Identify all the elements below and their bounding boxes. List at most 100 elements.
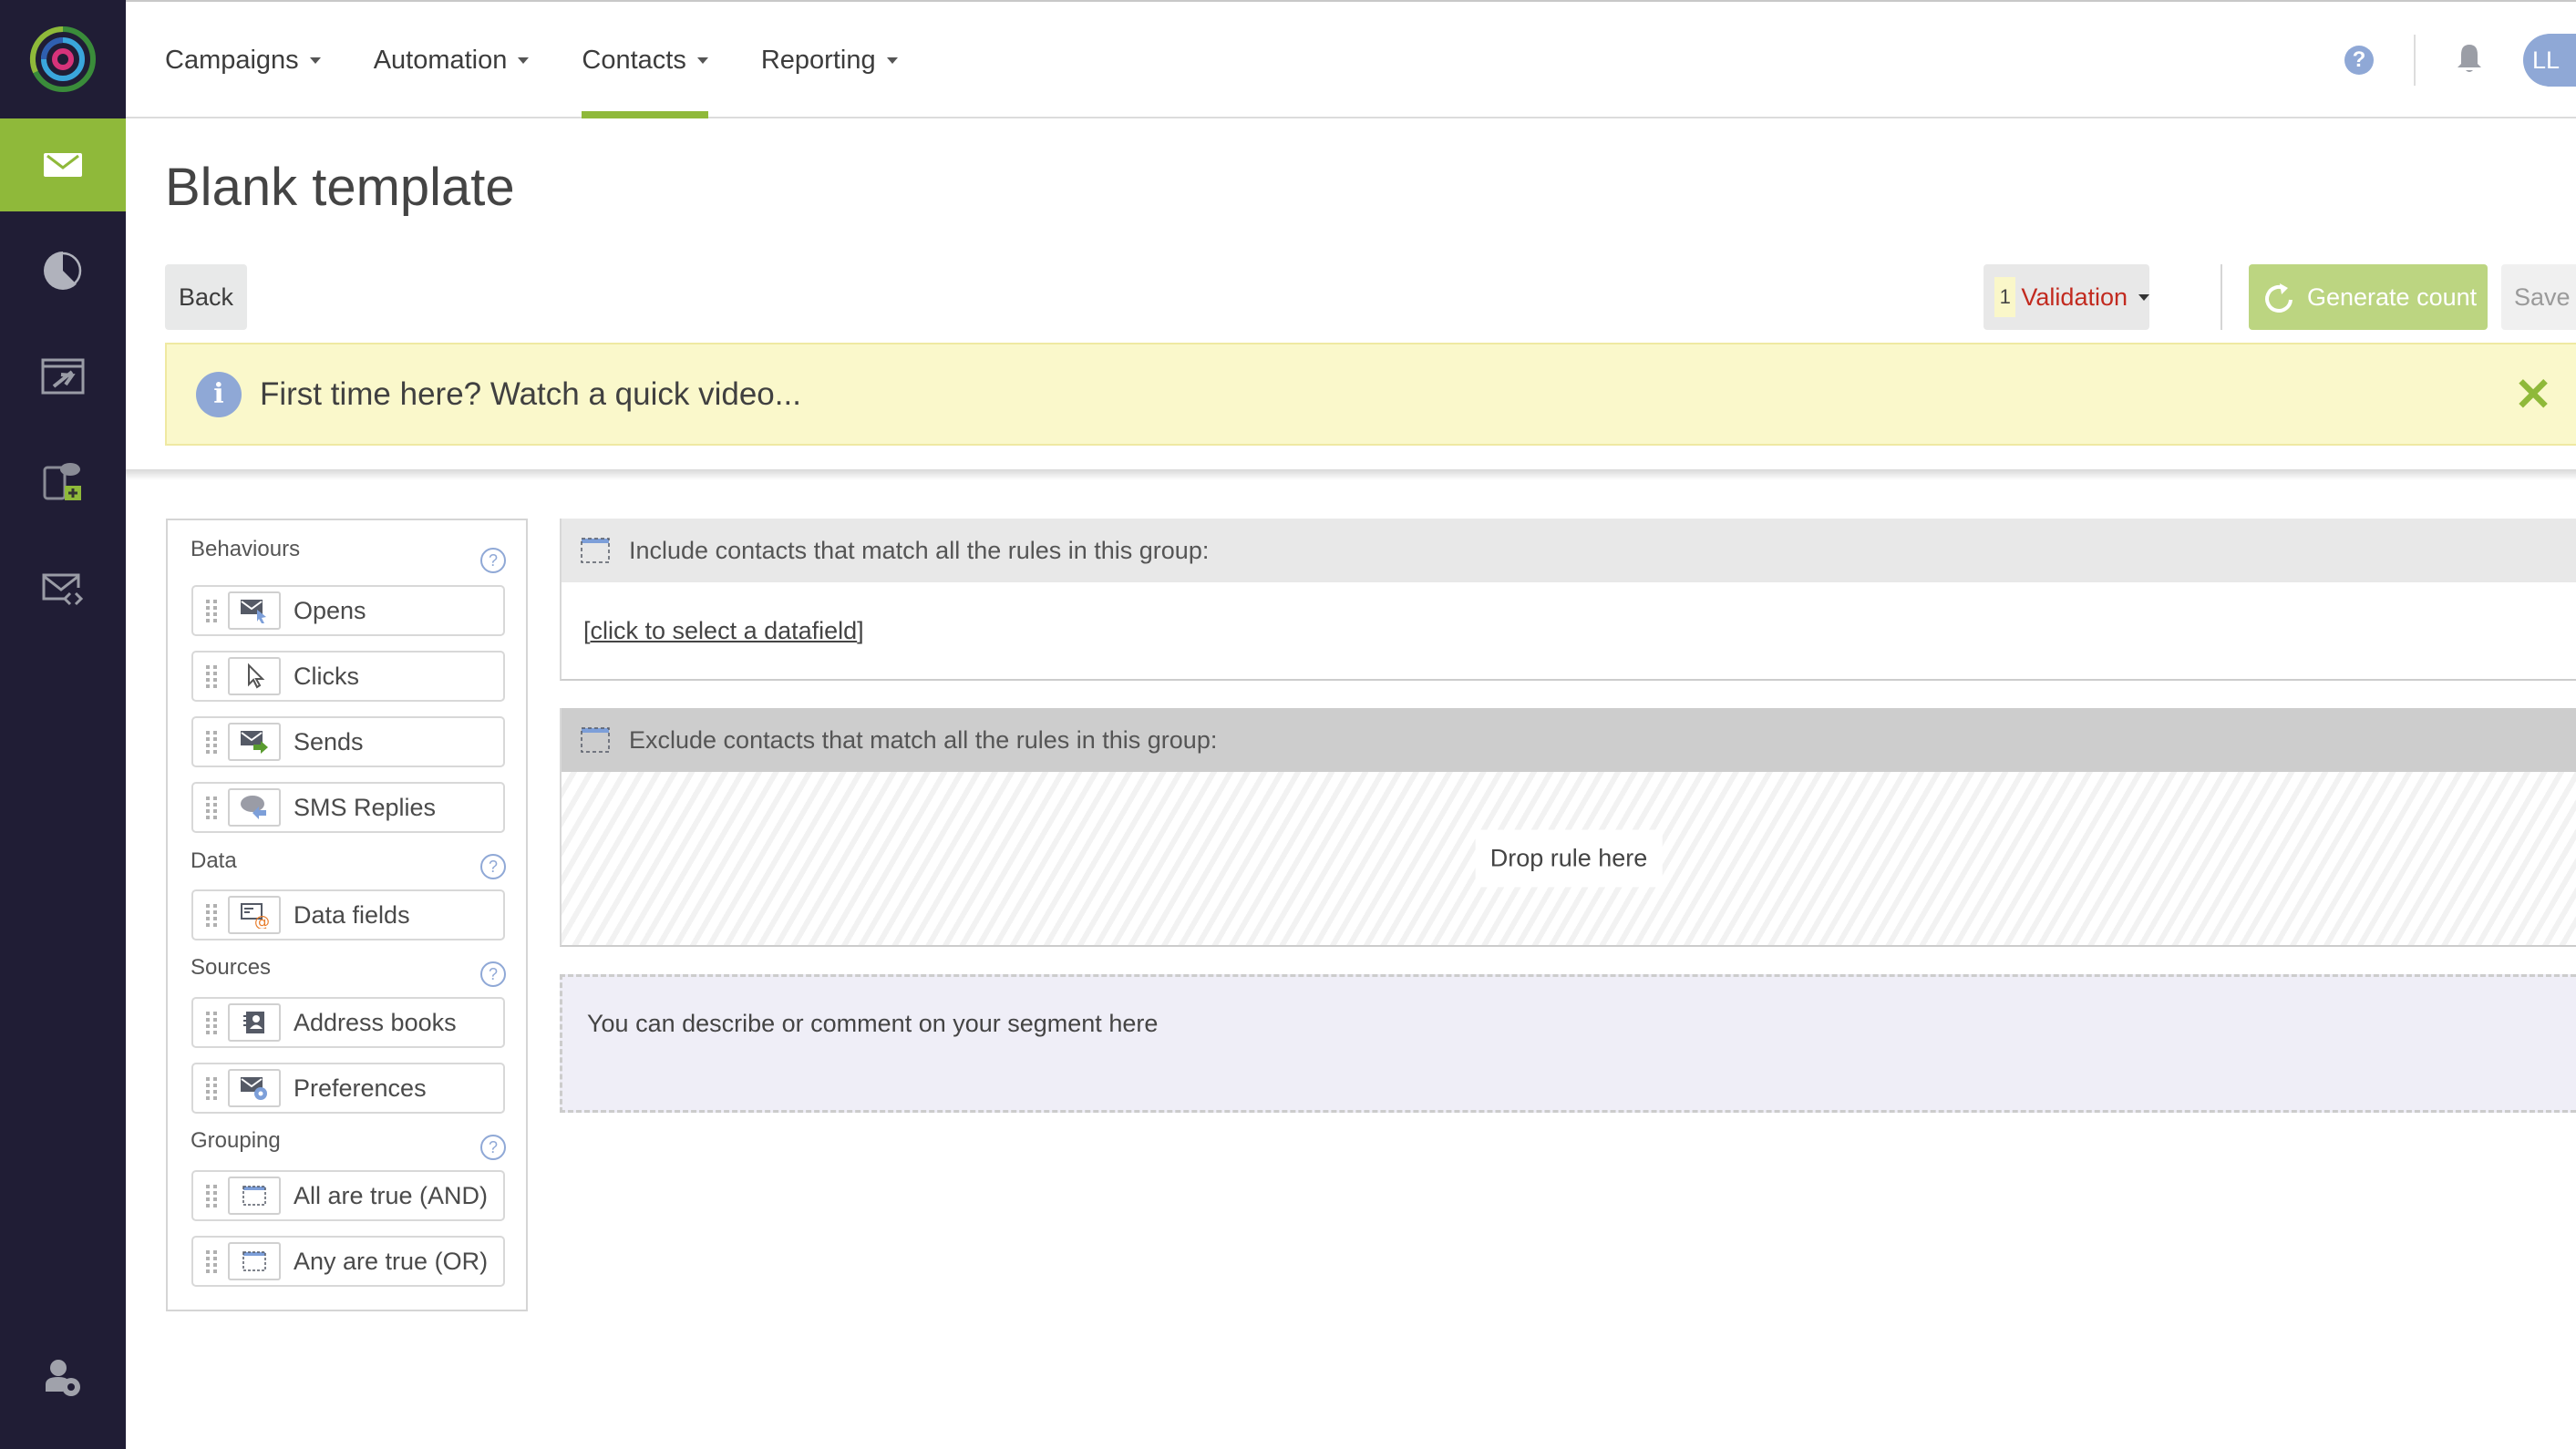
address-book-icon — [228, 1003, 281, 1042]
phone-sms-add-icon — [43, 463, 81, 500]
caret-down-icon — [2138, 293, 2149, 301]
group-and-icon — [228, 1177, 281, 1215]
rule-all-true-and[interactable]: All are true (AND) — [191, 1170, 505, 1221]
rule-label: Any are true (OR) — [294, 1247, 489, 1275]
envelope-open-icon — [228, 591, 281, 630]
drag-handle-icon[interactable] — [206, 903, 217, 927]
save-button[interactable]: Save — [2501, 264, 2576, 330]
sidebar-item-account-settings[interactable] — [0, 1332, 126, 1425]
close-icon[interactable]: ✕ — [2514, 368, 2552, 421]
exclude-group-title: Exclude contacts that match all the rule… — [629, 725, 1218, 754]
rule-label: All are true (AND) — [294, 1181, 489, 1209]
help-icon[interactable]: ? — [2344, 46, 2374, 75]
intro-video-banner: i First time here? Watch a quick video..… — [165, 343, 2576, 446]
group-or-icon — [228, 1242, 281, 1280]
caret-down-icon — [309, 57, 321, 64]
nav-reporting[interactable]: Reporting — [761, 2, 898, 118]
validation-label: Validation — [2021, 283, 2128, 311]
sidebar-item-sms[interactable] — [0, 436, 126, 529]
drag-handle-icon[interactable] — [206, 599, 217, 622]
sidebar-item-email-code[interactable] — [0, 541, 126, 634]
rule-any-true-or[interactable]: Any are true (OR) — [191, 1236, 505, 1287]
rule-sms-replies[interactable]: SMS Replies — [191, 782, 505, 833]
drag-handle-icon[interactable] — [206, 796, 217, 819]
rule-opens[interactable]: Opens — [191, 585, 505, 636]
nav-contacts[interactable]: Contacts — [582, 2, 709, 118]
envelope-icon — [44, 153, 82, 177]
nav-campaigns[interactable]: Campaigns — [165, 2, 321, 118]
rule-label: Data fields — [294, 900, 410, 929]
caret-down-icon — [696, 57, 708, 64]
caret-down-icon — [886, 57, 898, 64]
nav-automation[interactable]: Automation — [374, 2, 530, 118]
validation-count-badge: 1 — [1994, 277, 2016, 317]
drag-handle-icon[interactable] — [206, 1184, 217, 1208]
section-title-sources: Sources — [191, 955, 272, 980]
group-icon — [581, 727, 610, 753]
page-title: Blank template — [165, 158, 515, 217]
refresh-icon — [2265, 283, 2293, 313]
drag-handle-icon[interactable] — [206, 1249, 217, 1273]
rule-address-books[interactable]: Address books — [191, 997, 505, 1048]
sms-reply-icon — [228, 788, 281, 827]
rule-label: Address books — [294, 1008, 457, 1036]
browser-plane-icon — [41, 358, 85, 395]
help-icon[interactable]: ? — [480, 548, 506, 573]
section-title-grouping: Grouping — [191, 1128, 281, 1153]
select-datafield-link[interactable]: click to select a datafield — [591, 617, 858, 645]
rules-palette: Behaviours ? Opens Clicks Sends SMS Repl… — [166, 519, 528, 1311]
preferences-icon — [228, 1069, 281, 1107]
validation-dropdown[interactable]: 1 Validation — [1984, 264, 2149, 330]
section-divider — [126, 469, 2576, 480]
brand-logo[interactable] — [0, 0, 126, 118]
drop-zone-label: Drop rule here — [1475, 829, 1663, 888]
nav-label: Contacts — [582, 45, 686, 75]
rule-label: Opens — [294, 596, 366, 624]
rule-label: SMS Replies — [294, 793, 437, 821]
drag-handle-icon[interactable] — [206, 1076, 217, 1100]
rule-label: Preferences — [294, 1074, 427, 1102]
nav-label: Campaigns — [165, 45, 299, 75]
user-gear-icon — [46, 1360, 80, 1396]
notifications-bell-icon[interactable] — [2456, 42, 2483, 79]
cursor-icon — [228, 657, 281, 695]
rule-label: Sends — [294, 727, 364, 755]
rule-label: Clicks — [294, 662, 359, 690]
rule-sends[interactable]: Sends — [191, 716, 505, 767]
toolbar-divider — [2221, 264, 2222, 330]
svg-text:@: @ — [254, 913, 270, 929]
rule-clicks[interactable]: Clicks — [191, 651, 505, 702]
help-icon[interactable]: ? — [480, 854, 506, 879]
divider — [2414, 35, 2416, 86]
help-icon[interactable]: ? — [480, 1135, 506, 1160]
envelope-send-icon — [228, 723, 281, 761]
drag-handle-icon[interactable] — [206, 730, 217, 754]
exclude-group-header: Exclude contacts that match all the rule… — [562, 708, 2576, 772]
pie-chart-icon — [44, 251, 83, 290]
include-group: Include contacts that match all the rule… — [560, 519, 2576, 681]
banner-message-link[interactable]: First time here? Watch a quick video... — [260, 376, 801, 413]
back-button[interactable]: Back — [165, 264, 247, 330]
drag-handle-icon[interactable] — [206, 664, 217, 688]
user-avatar[interactable]: LL — [2523, 34, 2576, 87]
data-field-icon: @ — [228, 896, 281, 934]
help-icon[interactable]: ? — [480, 961, 506, 987]
drop-zone[interactable]: Drop rule here — [562, 772, 2576, 945]
segment-comment-field[interactable]: You can describe or comment on your segm… — [560, 974, 2576, 1113]
include-group-title: Include contacts that match all the rule… — [629, 536, 1210, 564]
drag-handle-icon[interactable] — [206, 1011, 217, 1034]
include-group-body: [click to select a datafield] — [583, 616, 864, 645]
nav-label: Reporting — [760, 45, 876, 75]
section-title-data: Data — [191, 848, 237, 873]
caret-down-icon — [518, 57, 530, 64]
group-icon — [581, 538, 610, 563]
rule-data-fields[interactable]: @ Data fields — [191, 889, 505, 940]
brand-logo-icon — [29, 26, 96, 92]
nav-label: Automation — [373, 45, 508, 75]
sidebar-item-email[interactable] — [0, 118, 126, 211]
sidebar-item-landing-pages[interactable] — [0, 330, 126, 423]
top-right-controls: ? LL — [2344, 2, 2576, 118]
generate-count-button[interactable]: Generate count — [2249, 264, 2488, 330]
sidebar-item-reports[interactable] — [0, 224, 126, 317]
rule-preferences[interactable]: Preferences — [191, 1063, 505, 1114]
